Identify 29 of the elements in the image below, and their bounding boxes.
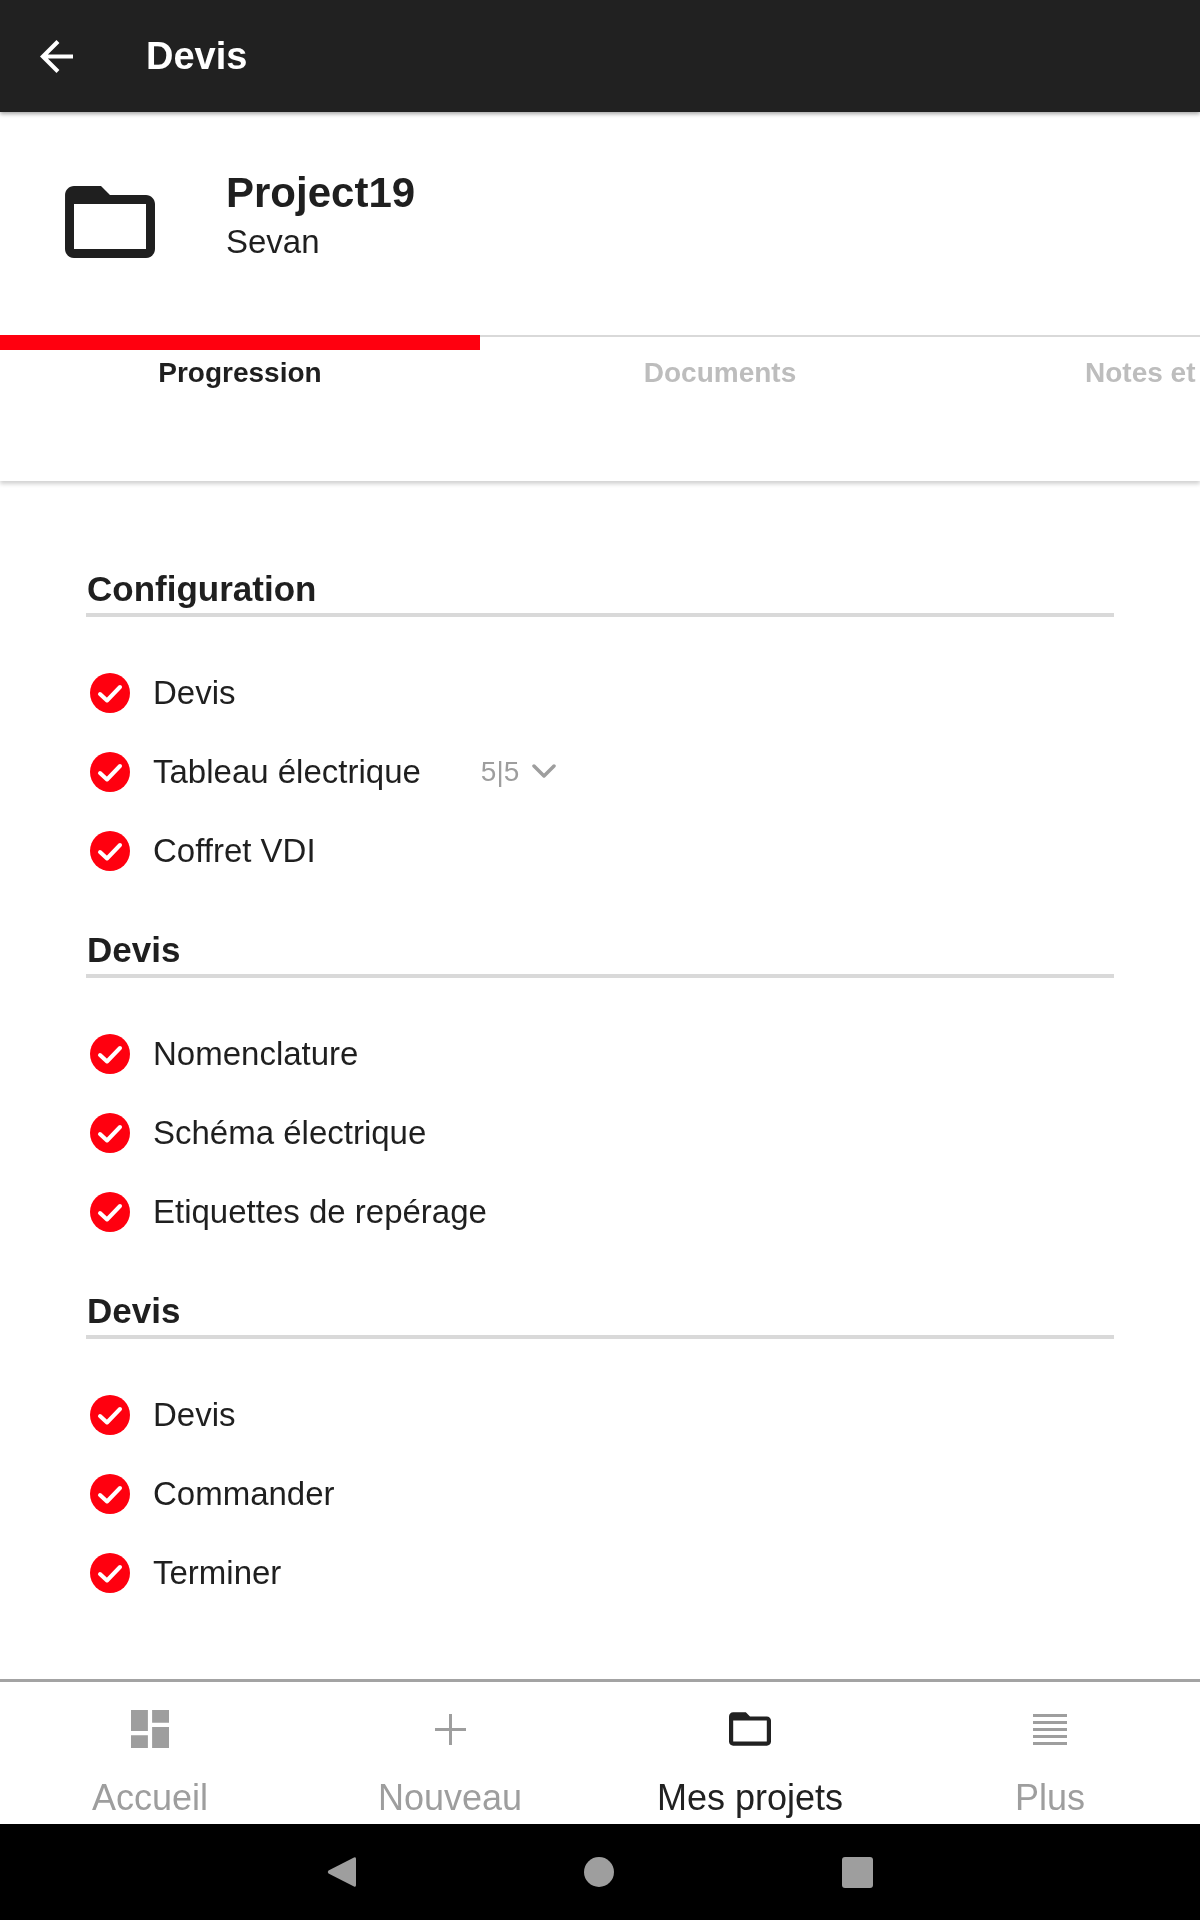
- screen-title: Devis: [146, 34, 248, 79]
- home-circle-icon[interactable]: [584, 1857, 614, 1887]
- nav-tab[interactable]: Nouveau: [300, 1682, 600, 1824]
- recents-square-icon[interactable]: [842, 1856, 873, 1888]
- plus-icon: [434, 1713, 466, 1745]
- back-arrow-icon[interactable]: [40, 39, 73, 73]
- project-name: Project19: [226, 169, 416, 217]
- step-label: Tableau électrique: [153, 751, 421, 792]
- nav-tab[interactable]: Mes projets: [600, 1682, 900, 1824]
- nav-tab[interactable]: Accueil: [0, 1682, 300, 1824]
- step-label: Devis: [153, 1394, 236, 1435]
- step-label: Schéma électrique: [153, 1112, 427, 1153]
- step-label: Etiquettes de repérage: [153, 1191, 487, 1232]
- step-label: Terminer: [153, 1552, 282, 1593]
- dashboard-icon: [131, 1710, 169, 1748]
- expand-toggle[interactable]: 5|5: [480, 754, 557, 789]
- menu-lines-icon: [1033, 1713, 1067, 1745]
- section-title: Devis: [86, 1291, 182, 1331]
- folder-icon: [729, 1712, 771, 1746]
- back-triangle-icon[interactable]: [327, 1856, 356, 1888]
- folder-icon: [65, 186, 155, 258]
- client-name: Sevan: [226, 223, 321, 261]
- step-label: Coffret VDI: [153, 830, 316, 871]
- section-title: Configuration: [86, 569, 318, 609]
- step-label: Commander: [153, 1473, 335, 1514]
- step-label: Devis: [153, 672, 236, 713]
- nav-tab[interactable]: Plus: [900, 1682, 1200, 1824]
- section-title: Devis: [86, 930, 182, 970]
- step-label: Nomenclature: [153, 1033, 359, 1074]
